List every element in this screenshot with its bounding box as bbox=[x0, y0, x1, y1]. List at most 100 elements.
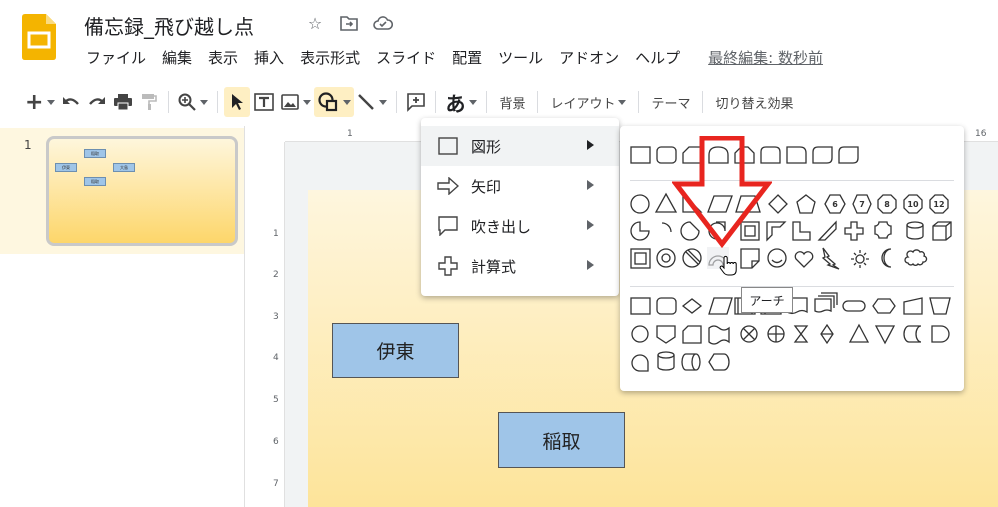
flow-offpage-icon[interactable] bbox=[656, 325, 676, 344]
menu-item-arrows[interactable]: 矢印 bbox=[421, 166, 619, 206]
comment-button[interactable] bbox=[403, 87, 429, 117]
flow-data-icon[interactable] bbox=[708, 297, 733, 315]
lightning-bolt-icon[interactable] bbox=[821, 247, 840, 270]
paint-format-button[interactable] bbox=[136, 87, 162, 117]
diagonal-stripe-icon[interactable] bbox=[817, 220, 837, 241]
cube-icon[interactable] bbox=[932, 221, 952, 241]
last-edit-link[interactable]: 最終編集: 数秒前 bbox=[700, 47, 831, 68]
shape-icon bbox=[318, 92, 338, 112]
ruler-tick: 5 bbox=[273, 395, 279, 405]
decagon-number: 10 bbox=[907, 200, 919, 209]
flow-delay-icon[interactable] bbox=[931, 325, 950, 343]
can-top-icon[interactable] bbox=[906, 221, 924, 229]
submenu-arrow-icon bbox=[587, 140, 599, 150]
flow-manual-input-icon[interactable] bbox=[903, 297, 923, 315]
flow-merge-icon[interactable] bbox=[874, 325, 896, 345]
plaque-icon[interactable] bbox=[874, 221, 892, 239]
flow-summing-x-icon[interactable] bbox=[742, 327, 756, 341]
move-folder-icon[interactable] bbox=[337, 11, 361, 35]
menu-bar: ファイル 編集 表示 挿入 表示形式 スライド 配置 ツール アドオン ヘルプ … bbox=[78, 44, 831, 70]
arc-curve-icon[interactable] bbox=[661, 222, 672, 233]
flow-stored-data-icon[interactable] bbox=[903, 325, 922, 343]
undo-button[interactable] bbox=[58, 87, 84, 117]
flow-magnetic-disk-top-icon[interactable] bbox=[657, 351, 675, 359]
flow-decision-icon[interactable] bbox=[681, 298, 703, 314]
flow-alternate-process-icon[interactable] bbox=[656, 297, 677, 315]
menu-edit[interactable]: 編集 bbox=[154, 47, 200, 68]
flow-sequential-storage-icon[interactable] bbox=[631, 354, 649, 372]
flow-display-icon[interactable] bbox=[708, 353, 730, 371]
l-shape-icon[interactable] bbox=[792, 221, 811, 241]
menu-item-callouts[interactable]: 吹き出し bbox=[421, 206, 619, 246]
menu-slide[interactable]: スライド bbox=[368, 47, 444, 68]
shape-box-ito[interactable]: 伊東 bbox=[332, 323, 459, 378]
flow-extract-icon[interactable] bbox=[848, 323, 870, 343]
menu-tools[interactable]: ツール bbox=[490, 47, 551, 68]
print-button[interactable] bbox=[110, 87, 136, 117]
bevel-inner-icon[interactable] bbox=[634, 252, 647, 265]
round-diagonal-alt-icon[interactable] bbox=[838, 146, 859, 164]
shape-button[interactable] bbox=[314, 87, 355, 117]
round-diagonal-icon[interactable] bbox=[812, 146, 833, 164]
vertical-ruler[interactable]: 1 2 3 4 5 6 7 bbox=[268, 142, 285, 507]
rectangle-icon[interactable] bbox=[630, 146, 651, 164]
thumb-box: 伊東 bbox=[55, 163, 77, 172]
slide-thumbnail[interactable]: 稲取 伊東 大島 稲取 bbox=[46, 136, 238, 246]
pie-icon[interactable] bbox=[630, 221, 650, 241]
toolbar-divider bbox=[702, 91, 704, 113]
flow-card-icon[interactable] bbox=[682, 325, 702, 344]
heart-icon[interactable] bbox=[794, 251, 814, 268]
sun-rays-icon[interactable] bbox=[851, 250, 869, 268]
menu-insert[interactable]: 挿入 bbox=[246, 47, 292, 68]
menu-format[interactable]: 表示形式 bbox=[292, 47, 368, 68]
cloud-status-icon[interactable] bbox=[371, 11, 395, 35]
menu-addons[interactable]: アドオン bbox=[551, 47, 627, 68]
theme-button[interactable]: テーマ bbox=[645, 87, 696, 117]
slide-thumbnail-row[interactable]: 1 稲取 伊東 大島 稲取 bbox=[0, 128, 244, 254]
flow-sort-icon[interactable] bbox=[820, 323, 834, 345]
flow-connector-icon[interactable] bbox=[631, 325, 649, 343]
transition-button[interactable]: 切り替え効果 bbox=[709, 87, 799, 117]
cross-icon[interactable] bbox=[844, 221, 864, 241]
flow-direct-storage-icon[interactable] bbox=[681, 353, 701, 371]
donut-inner-icon[interactable] bbox=[661, 253, 671, 263]
menu-view[interactable]: 表示 bbox=[200, 47, 246, 68]
background-button[interactable]: 背景 bbox=[493, 87, 531, 117]
flow-manual-operation-icon[interactable] bbox=[929, 297, 951, 315]
menu-file[interactable]: ファイル bbox=[78, 47, 154, 68]
image-button[interactable] bbox=[278, 87, 314, 117]
flow-process-icon[interactable] bbox=[630, 297, 651, 315]
line-button[interactable] bbox=[354, 87, 390, 117]
star-icon[interactable]: ☆ bbox=[303, 11, 327, 35]
shape-box-inatori[interactable]: 稲取 bbox=[498, 412, 625, 468]
document-title[interactable]: 備忘録_飛び越し点 bbox=[84, 11, 254, 40]
moon-icon[interactable] bbox=[881, 248, 892, 268]
ellipse-icon[interactable] bbox=[630, 194, 650, 214]
hexagon-number: 6 bbox=[832, 200, 838, 209]
sun-icon[interactable] bbox=[855, 254, 865, 264]
menu-item-shapes[interactable]: 図形 bbox=[421, 126, 619, 166]
layout-button[interactable]: レイアウト bbox=[544, 87, 632, 117]
smile-icon[interactable] bbox=[771, 259, 783, 264]
bevel-icon[interactable] bbox=[630, 248, 651, 269]
round-single-corner-icon[interactable] bbox=[786, 146, 807, 164]
menu-item-equation[interactable]: 計算式 bbox=[421, 246, 619, 286]
pentagon-icon[interactable] bbox=[796, 194, 816, 214]
input-tools-button[interactable]: あ bbox=[442, 87, 480, 117]
menu-help[interactable]: ヘルプ bbox=[627, 47, 688, 68]
flow-terminator-icon[interactable] bbox=[842, 300, 866, 312]
thumb-box: 稲取 bbox=[84, 177, 106, 186]
flow-punched-tape-icon[interactable] bbox=[708, 325, 730, 345]
new-slide-button[interactable]: + bbox=[22, 87, 58, 117]
flow-collate-icon[interactable] bbox=[793, 325, 809, 343]
select-tool-button[interactable] bbox=[224, 87, 251, 117]
slides-logo-icon[interactable] bbox=[22, 14, 56, 60]
octagon-number: 8 bbox=[884, 200, 890, 209]
flow-multidocument-icon[interactable] bbox=[814, 292, 838, 313]
cloud-icon[interactable] bbox=[904, 249, 928, 266]
redo-button[interactable] bbox=[84, 87, 110, 117]
flow-preparation-icon[interactable] bbox=[872, 298, 896, 314]
menu-arrange[interactable]: 配置 bbox=[444, 47, 490, 68]
zoom-button[interactable] bbox=[175, 87, 211, 117]
textbox-button[interactable] bbox=[250, 87, 278, 117]
